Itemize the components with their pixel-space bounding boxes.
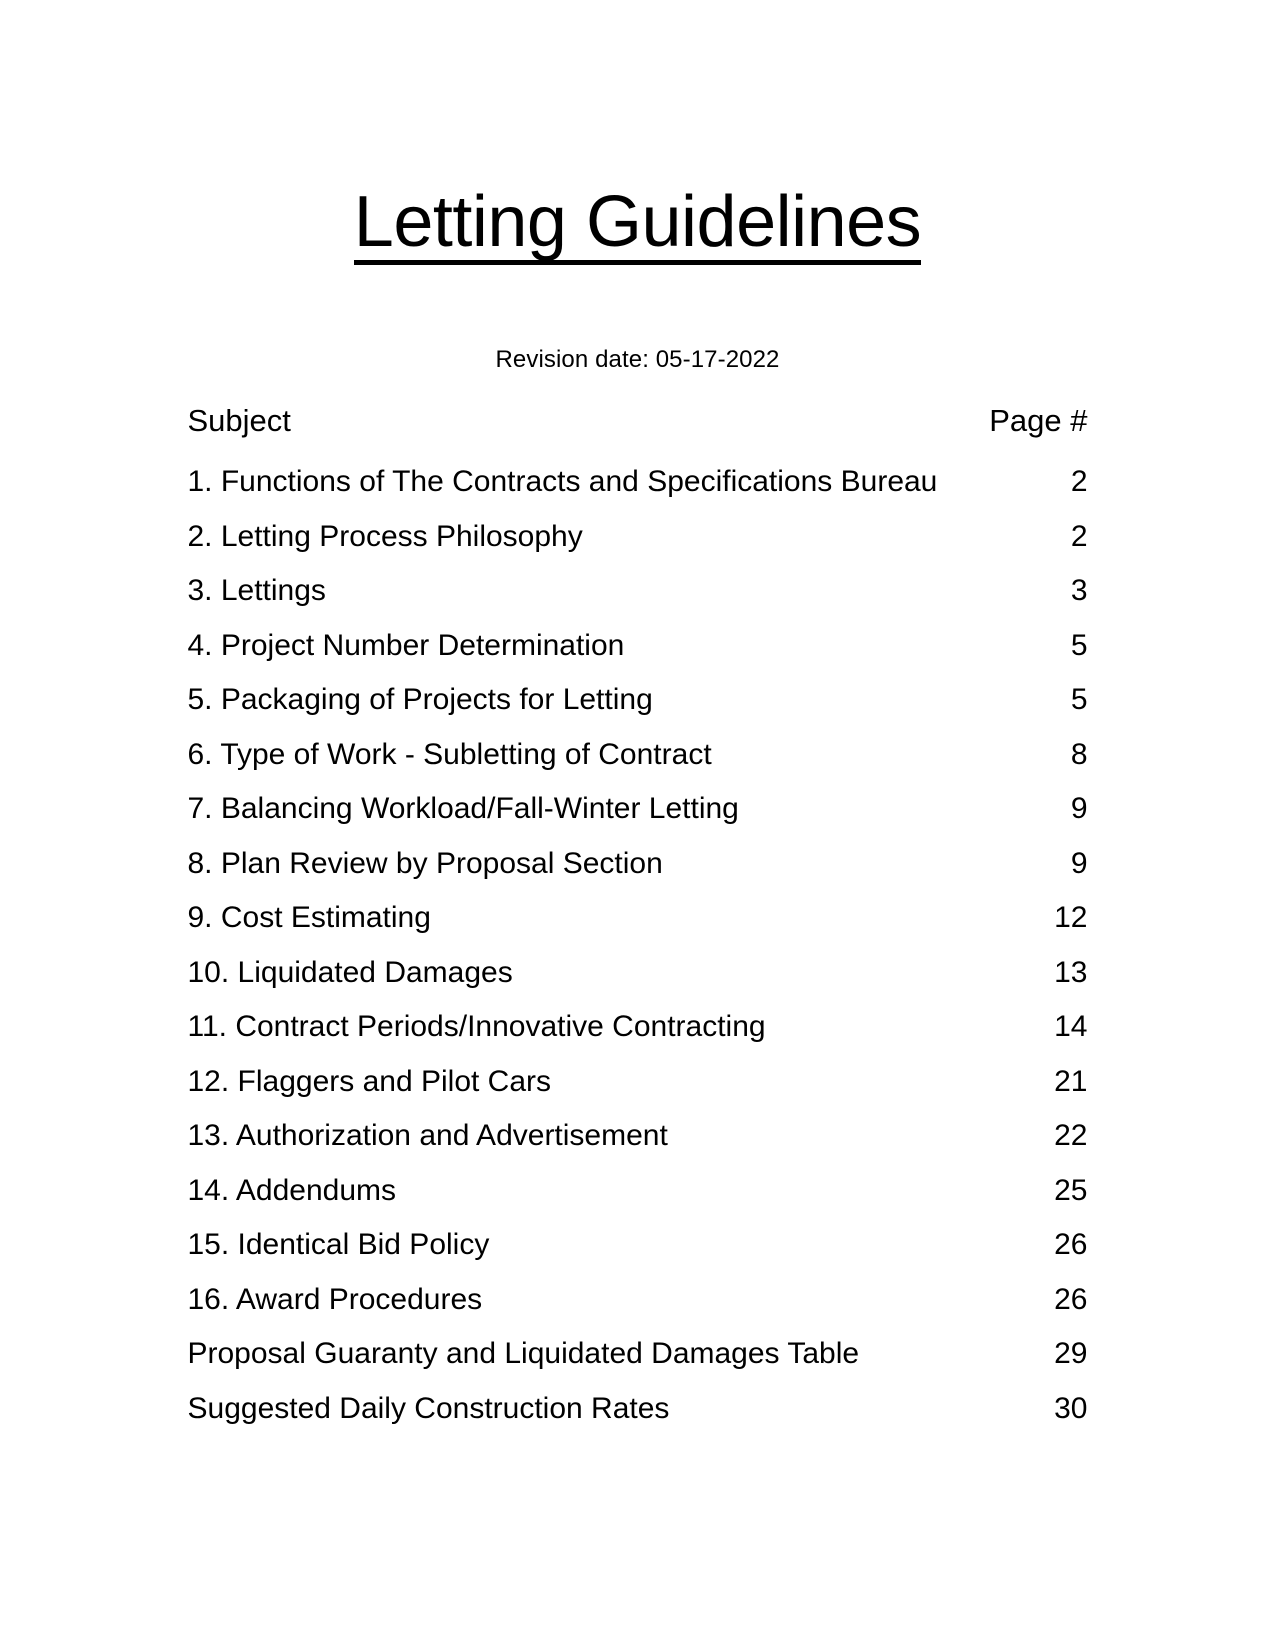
toc-row[interactable]: 3. Lettings 3 xyxy=(188,574,1088,629)
toc-entry-page: 2 xyxy=(1070,465,1088,499)
toc-entry-page: 21 xyxy=(1054,1064,1088,1098)
toc-entry-page: 14 xyxy=(1054,1010,1088,1044)
toc-entry-subject: 7. Balancing Workload/Fall-Winter Lettin… xyxy=(187,792,739,826)
toc-row[interactable]: Proposal Guaranty and Liquidated Damages… xyxy=(188,1337,1088,1392)
toc-row[interactable]: 14. Addendums 25 xyxy=(188,1174,1088,1229)
toc-entry-page: 12 xyxy=(1054,901,1088,935)
toc-row[interactable]: 10. Liquidated Damages 13 xyxy=(188,956,1088,1011)
toc-entry-subject: 11. Contract Periods/Innovative Contract… xyxy=(187,1010,766,1044)
toc-entry-page: 5 xyxy=(1070,683,1088,717)
toc-entry-page: 30 xyxy=(1054,1391,1088,1425)
toc-entry-subject: 5. Packaging of Projects for Letting xyxy=(187,683,653,717)
document-body: Letting Guidelines Revision date: 05-17-… xyxy=(0,0,1275,1446)
toc-entry-page: 13 xyxy=(1054,955,1088,989)
toc-row[interactable]: 16. Award Procedures 26 xyxy=(188,1283,1088,1338)
title-container: Letting Guidelines xyxy=(0,0,1275,313)
toc-entry-subject: 12. Flaggers and Pilot Cars xyxy=(187,1064,552,1098)
revision-date-line: Revision date: 05-17-2022 xyxy=(495,346,780,374)
toc-entry-page: 22 xyxy=(1054,1119,1088,1153)
toc-entry-subject: 16. Award Procedures xyxy=(187,1282,483,1316)
toc-row[interactable]: Suggested Daily Construction Rates 30 xyxy=(188,1392,1088,1447)
page-title: Letting Guidelines xyxy=(353,186,922,266)
toc-body: Subject Page # 1. Functions of The Contr… xyxy=(188,403,1088,1446)
toc-entry-subject: 13. Authorization and Advertisement xyxy=(187,1119,668,1153)
toc-row[interactable]: 15. Identical Bid Policy 26 xyxy=(188,1228,1088,1283)
toc-entry-page: 9 xyxy=(1070,792,1088,826)
toc-entry-subject: 3. Lettings xyxy=(187,574,326,608)
toc-entry-subject: 2. Letting Process Philosophy xyxy=(187,519,583,553)
column-header-page: Page # xyxy=(989,403,1088,439)
toc-row[interactable]: 4. Project Number Determination 5 xyxy=(188,629,1088,684)
toc-row[interactable]: 13. Authorization and Advertisement 22 xyxy=(188,1119,1088,1174)
toc-entry-subject: 10. Liquidated Damages xyxy=(187,955,513,989)
toc-entry-page: 29 xyxy=(1054,1337,1088,1371)
document-page: Letting Guidelines Revision date: 05-17-… xyxy=(0,0,1275,1650)
toc-entry-page: 2 xyxy=(1070,519,1088,553)
toc-entry-subject: 4. Project Number Determination xyxy=(187,628,625,662)
toc-entry-subject: Proposal Guaranty and Liquidated Damages… xyxy=(187,1337,860,1371)
toc-entry-subject: 15. Identical Bid Policy xyxy=(187,1228,490,1262)
toc-row[interactable]: 6. Type of Work - Subletting of Contract… xyxy=(188,738,1088,793)
toc-entry-subject: 1. Functions of The Contracts and Specif… xyxy=(187,465,938,499)
toc-row[interactable]: 5. Packaging of Projects for Letting 5 xyxy=(188,683,1088,738)
toc-row[interactable]: 8. Plan Review by Proposal Section 9 xyxy=(188,847,1088,902)
toc-entry-page: 26 xyxy=(1054,1282,1088,1316)
toc-entry-subject: 6. Type of Work - Subletting of Contract xyxy=(187,737,712,771)
toc-row[interactable]: 12. Flaggers and Pilot Cars 21 xyxy=(188,1065,1088,1120)
toc-entry-page: 26 xyxy=(1054,1228,1088,1262)
column-header-subject: Subject xyxy=(187,403,291,439)
toc-entry-page: 9 xyxy=(1070,846,1088,880)
toc-entry-subject: 8. Plan Review by Proposal Section xyxy=(187,846,663,880)
table-of-contents: Subject Page # 1. Functions of The Contr… xyxy=(188,403,1088,1446)
toc-entry-page: 3 xyxy=(1070,574,1088,608)
toc-entry-page: 25 xyxy=(1054,1173,1088,1207)
toc-row[interactable]: 7. Balancing Workload/Fall-Winter Lettin… xyxy=(188,792,1088,847)
toc-entry-subject: Suggested Daily Construction Rates xyxy=(187,1391,670,1425)
toc-row[interactable]: 9. Cost Estimating 12 xyxy=(188,901,1088,956)
toc-row[interactable]: 2. Letting Process Philosophy 2 xyxy=(188,520,1088,575)
toc-entry-subject: 14. Addendums xyxy=(187,1173,397,1207)
toc-entry-page: 8 xyxy=(1070,737,1088,771)
toc-row[interactable]: 1. Functions of The Contracts and Specif… xyxy=(188,465,1088,520)
toc-entry-subject: 9. Cost Estimating xyxy=(187,901,431,935)
toc-entry-page: 5 xyxy=(1070,628,1088,662)
toc-header-row: Subject Page # xyxy=(188,403,1088,465)
toc-row[interactable]: 11. Contract Periods/Innovative Contract… xyxy=(188,1010,1088,1065)
